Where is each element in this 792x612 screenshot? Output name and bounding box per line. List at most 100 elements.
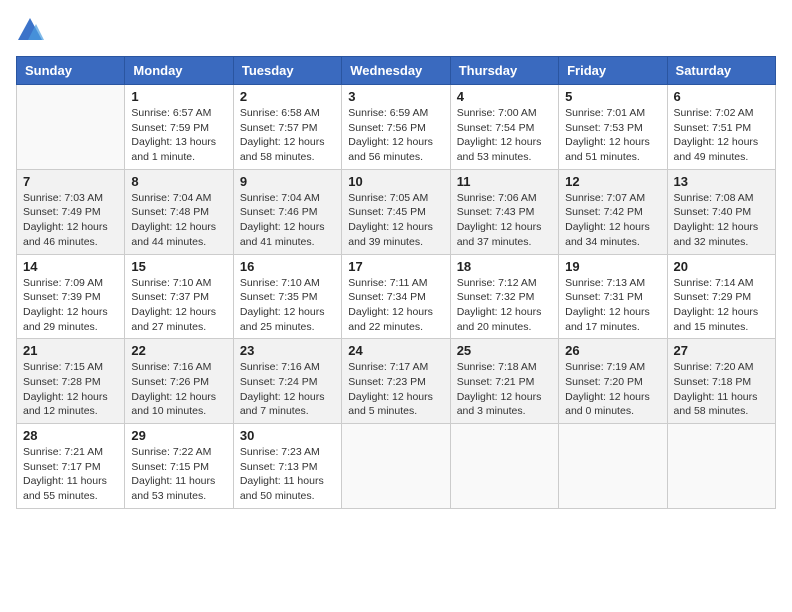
calendar-cell: 5 Sunrise: 7:01 AMSunset: 7:53 PMDaylight…	[559, 85, 667, 170]
day-number: 12	[565, 174, 660, 189]
day-number: 24	[348, 343, 443, 358]
day-info: Sunrise: 7:10 AMSunset: 7:37 PMDaylight:…	[131, 276, 226, 335]
day-number: 11	[457, 174, 552, 189]
day-info: Sunrise: 7:13 AMSunset: 7:31 PMDaylight:…	[565, 276, 660, 335]
day-info: Sunrise: 7:06 AMSunset: 7:43 PMDaylight:…	[457, 191, 552, 250]
logo	[16, 16, 48, 44]
day-info: Sunrise: 7:21 AMSunset: 7:17 PMDaylight:…	[23, 445, 118, 504]
calendar-cell: 30Sunrise: 7:23 AMSunset: 7:13 PMDayligh…	[233, 424, 341, 509]
calendar-cell: 21 Sunrise: 7:15 AMSunset: 7:28 PMDayligh…	[17, 339, 125, 424]
calendar-cell: 8 Sunrise: 7:04 AMSunset: 7:48 PMDaylight…	[125, 169, 233, 254]
calendar-cell: 24 Sunrise: 7:17 AMSunset: 7:23 PMDayligh…	[342, 339, 450, 424]
day-info: Sunrise: 7:12 AMSunset: 7:32 PMDaylight:…	[457, 276, 552, 335]
calendar-cell: 9 Sunrise: 7:04 AMSunset: 7:46 PMDaylight…	[233, 169, 341, 254]
day-number: 17	[348, 259, 443, 274]
day-info: Sunrise: 7:22 AMSunset: 7:15 PMDaylight:…	[131, 445, 226, 504]
weekday-header: Friday	[559, 57, 667, 85]
weekday-header: Tuesday	[233, 57, 341, 85]
day-number: 23	[240, 343, 335, 358]
day-info: Sunrise: 7:11 AMSunset: 7:34 PMDaylight:…	[348, 276, 443, 335]
day-number: 18	[457, 259, 552, 274]
day-info: Sunrise: 6:58 AMSunset: 7:57 PMDaylight:…	[240, 106, 335, 165]
day-number: 8	[131, 174, 226, 189]
calendar-week-row: 1 Sunrise: 6:57 AMSunset: 7:59 PMDaylight…	[17, 85, 776, 170]
day-number: 25	[457, 343, 552, 358]
logo-icon	[16, 16, 44, 44]
calendar-header-row: SundayMondayTuesdayWednesdayThursdayFrid…	[17, 57, 776, 85]
calendar-week-row: 21 Sunrise: 7:15 AMSunset: 7:28 PMDayligh…	[17, 339, 776, 424]
weekday-header: Sunday	[17, 57, 125, 85]
day-number: 29	[131, 428, 226, 443]
day-info: Sunrise: 7:04 AMSunset: 7:46 PMDaylight:…	[240, 191, 335, 250]
day-info: Sunrise: 7:14 AMSunset: 7:29 PMDaylight:…	[674, 276, 769, 335]
day-info: Sunrise: 7:16 AMSunset: 7:24 PMDaylight:…	[240, 360, 335, 419]
day-number: 16	[240, 259, 335, 274]
calendar-week-row: 7 Sunrise: 7:03 AMSunset: 7:49 PMDaylight…	[17, 169, 776, 254]
day-info: Sunrise: 7:19 AMSunset: 7:20 PMDaylight:…	[565, 360, 660, 419]
day-number: 14	[23, 259, 118, 274]
day-info: Sunrise: 7:20 AMSunset: 7:18 PMDaylight:…	[674, 360, 769, 419]
day-number: 26	[565, 343, 660, 358]
calendar-cell: 4 Sunrise: 7:00 AMSunset: 7:54 PMDaylight…	[450, 85, 558, 170]
day-info: Sunrise: 7:02 AMSunset: 7:51 PMDaylight:…	[674, 106, 769, 165]
day-info: Sunrise: 7:04 AMSunset: 7:48 PMDaylight:…	[131, 191, 226, 250]
calendar-cell	[559, 424, 667, 509]
calendar-cell: 23 Sunrise: 7:16 AMSunset: 7:24 PMDayligh…	[233, 339, 341, 424]
calendar-cell: 25 Sunrise: 7:18 AMSunset: 7:21 PMDayligh…	[450, 339, 558, 424]
day-number: 20	[674, 259, 769, 274]
calendar-cell: 18 Sunrise: 7:12 AMSunset: 7:32 PMDayligh…	[450, 254, 558, 339]
day-number: 19	[565, 259, 660, 274]
calendar-cell: 12 Sunrise: 7:07 AMSunset: 7:42 PMDayligh…	[559, 169, 667, 254]
day-number: 13	[674, 174, 769, 189]
day-number: 10	[348, 174, 443, 189]
weekday-header: Saturday	[667, 57, 775, 85]
day-info: Sunrise: 7:00 AMSunset: 7:54 PMDaylight:…	[457, 106, 552, 165]
calendar-cell: 22 Sunrise: 7:16 AMSunset: 7:26 PMDayligh…	[125, 339, 233, 424]
day-number: 2	[240, 89, 335, 104]
day-info: Sunrise: 7:17 AMSunset: 7:23 PMDaylight:…	[348, 360, 443, 419]
day-info: Sunrise: 7:05 AMSunset: 7:45 PMDaylight:…	[348, 191, 443, 250]
day-number: 7	[23, 174, 118, 189]
calendar-cell: 28 Sunrise: 7:21 AMSunset: 7:17 PMDayligh…	[17, 424, 125, 509]
calendar-cell: 26 Sunrise: 7:19 AMSunset: 7:20 PMDayligh…	[559, 339, 667, 424]
calendar-cell	[342, 424, 450, 509]
day-number: 21	[23, 343, 118, 358]
calendar-cell: 10 Sunrise: 7:05 AMSunset: 7:45 PMDayligh…	[342, 169, 450, 254]
calendar-cell: 20 Sunrise: 7:14 AMSunset: 7:29 PMDayligh…	[667, 254, 775, 339]
calendar-cell: 16 Sunrise: 7:10 AMSunset: 7:35 PMDayligh…	[233, 254, 341, 339]
day-info: Sunrise: 7:18 AMSunset: 7:21 PMDaylight:…	[457, 360, 552, 419]
day-info: Sunrise: 7:03 AMSunset: 7:49 PMDaylight:…	[23, 191, 118, 250]
day-info: Sunrise: 7:15 AMSunset: 7:28 PMDaylight:…	[23, 360, 118, 419]
day-number: 5	[565, 89, 660, 104]
day-number: 28	[23, 428, 118, 443]
calendar-cell: 15Sunrise: 7:10 AMSunset: 7:37 PMDayligh…	[125, 254, 233, 339]
calendar-cell	[17, 85, 125, 170]
calendar-week-row: 28 Sunrise: 7:21 AMSunset: 7:17 PMDayligh…	[17, 424, 776, 509]
day-info: Sunrise: 7:01 AMSunset: 7:53 PMDaylight:…	[565, 106, 660, 165]
day-number: 22	[131, 343, 226, 358]
weekday-header: Thursday	[450, 57, 558, 85]
calendar: SundayMondayTuesdayWednesdayThursdayFrid…	[16, 56, 776, 509]
calendar-cell: 17 Sunrise: 7:11 AMSunset: 7:34 PMDayligh…	[342, 254, 450, 339]
day-info: Sunrise: 6:59 AMSunset: 7:56 PMDaylight:…	[348, 106, 443, 165]
calendar-cell: 1 Sunrise: 6:57 AMSunset: 7:59 PMDaylight…	[125, 85, 233, 170]
day-number: 3	[348, 89, 443, 104]
day-number: 1	[131, 89, 226, 104]
calendar-cell: 13 Sunrise: 7:08 AMSunset: 7:40 PMDayligh…	[667, 169, 775, 254]
calendar-cell: 7 Sunrise: 7:03 AMSunset: 7:49 PMDaylight…	[17, 169, 125, 254]
calendar-cell: 19 Sunrise: 7:13 AMSunset: 7:31 PMDayligh…	[559, 254, 667, 339]
day-number: 30	[240, 428, 335, 443]
day-info: Sunrise: 7:16 AMSunset: 7:26 PMDaylight:…	[131, 360, 226, 419]
calendar-week-row: 14 Sunrise: 7:09 AMSunset: 7:39 PMDayligh…	[17, 254, 776, 339]
day-info: Sunrise: 7:10 AMSunset: 7:35 PMDaylight:…	[240, 276, 335, 335]
calendar-cell: 14 Sunrise: 7:09 AMSunset: 7:39 PMDayligh…	[17, 254, 125, 339]
calendar-cell: 3 Sunrise: 6:59 AMSunset: 7:56 PMDaylight…	[342, 85, 450, 170]
day-number: 6	[674, 89, 769, 104]
weekday-header: Monday	[125, 57, 233, 85]
day-info: Sunrise: 6:57 AMSunset: 7:59 PMDaylight:…	[131, 106, 226, 165]
day-info: Sunrise: 7:08 AMSunset: 7:40 PMDaylight:…	[674, 191, 769, 250]
day-info: Sunrise: 7:09 AMSunset: 7:39 PMDaylight:…	[23, 276, 118, 335]
day-number: 9	[240, 174, 335, 189]
day-number: 4	[457, 89, 552, 104]
day-info: Sunrise: 7:07 AMSunset: 7:42 PMDaylight:…	[565, 191, 660, 250]
